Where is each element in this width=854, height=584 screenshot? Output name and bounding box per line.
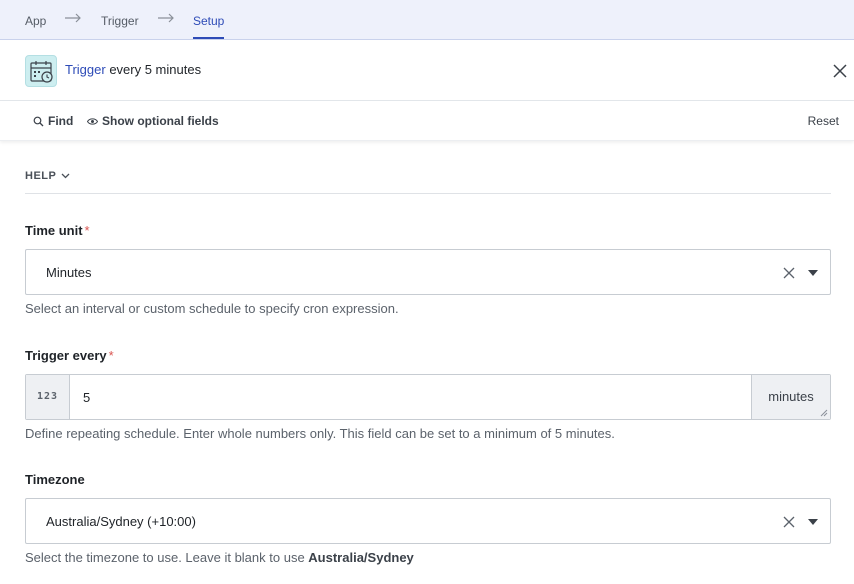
number-type-badge: 123 <box>26 375 70 419</box>
timezone-select[interactable]: Australia/Sydney (+10:00) <box>25 498 831 544</box>
trigger-every-label: Trigger every * <box>25 348 114 363</box>
resize-handle-icon[interactable] <box>820 409 828 417</box>
timezone-hint-default: Australia/Sydney <box>308 550 414 565</box>
trigger-every-unit: minutes <box>751 375 830 419</box>
time-unit-label: Time unit * <box>25 223 90 238</box>
required-mark: * <box>84 223 90 238</box>
caret-down-icon[interactable] <box>808 519 818 525</box>
reset-button[interactable]: Reset <box>808 114 839 128</box>
arrow-right-icon <box>65 13 81 23</box>
trigger-every-hint: Define repeating schedule. Enter whole n… <box>25 426 615 441</box>
timezone-hint: Select the timezone to use. Leave it bla… <box>25 550 414 565</box>
time-unit-select[interactable]: Minutes <box>25 249 831 295</box>
show-optional-fields-button[interactable]: Show optional fields <box>87 114 219 128</box>
app-badge <box>25 55 57 87</box>
step-header: Trigger every 5 minutes <box>0 40 854 101</box>
step-title: Trigger every 5 minutes <box>65 62 201 77</box>
breadcrumb-app[interactable]: App <box>25 14 46 28</box>
caret-down-icon[interactable] <box>808 270 818 276</box>
clear-icon[interactable] <box>782 266 796 280</box>
arrow-right-icon <box>158 13 174 23</box>
chevron-down-icon <box>61 173 70 179</box>
help-label: HELP <box>25 170 57 182</box>
eye-icon <box>87 117 98 125</box>
close-icon[interactable] <box>830 61 850 81</box>
step-title-text: every 5 minutes <box>105 62 202 77</box>
search-icon <box>33 116 44 126</box>
trigger-every-unit-text: minutes <box>768 389 814 404</box>
breadcrumb-setup[interactable]: Setup <box>193 14 225 39</box>
trigger-every-label-text: Trigger every <box>25 348 107 363</box>
timezone-hint-text: Select the timezone to use. Leave it bla… <box>25 550 309 565</box>
time-unit-value: Minutes <box>46 265 92 280</box>
time-unit-label-text: Time unit <box>25 223 83 238</box>
find-button[interactable]: Find <box>33 114 73 128</box>
toolbar: Find Show optional fields Reset <box>0 101 854 141</box>
clear-icon[interactable] <box>782 515 796 529</box>
required-mark: * <box>108 348 114 363</box>
trigger-every-field: 123 minutes <box>25 374 831 420</box>
breadcrumb-trigger[interactable]: Trigger <box>101 14 139 28</box>
calendar-clock-icon <box>30 61 53 83</box>
timezone-value: Australia/Sydney (+10:00) <box>46 514 196 529</box>
divider <box>25 193 831 194</box>
step-title-link[interactable]: Trigger <box>65 62 106 77</box>
trigger-every-input[interactable] <box>71 375 751 419</box>
time-unit-hint: Select an interval or custom schedule to… <box>25 301 399 316</box>
show-optional-fields-label: Show optional fields <box>102 114 219 128</box>
breadcrumb: App Trigger Setup <box>0 0 854 40</box>
timezone-label: Timezone <box>25 472 85 487</box>
find-label: Find <box>48 114 74 128</box>
help-toggle[interactable]: HELP <box>25 170 70 182</box>
